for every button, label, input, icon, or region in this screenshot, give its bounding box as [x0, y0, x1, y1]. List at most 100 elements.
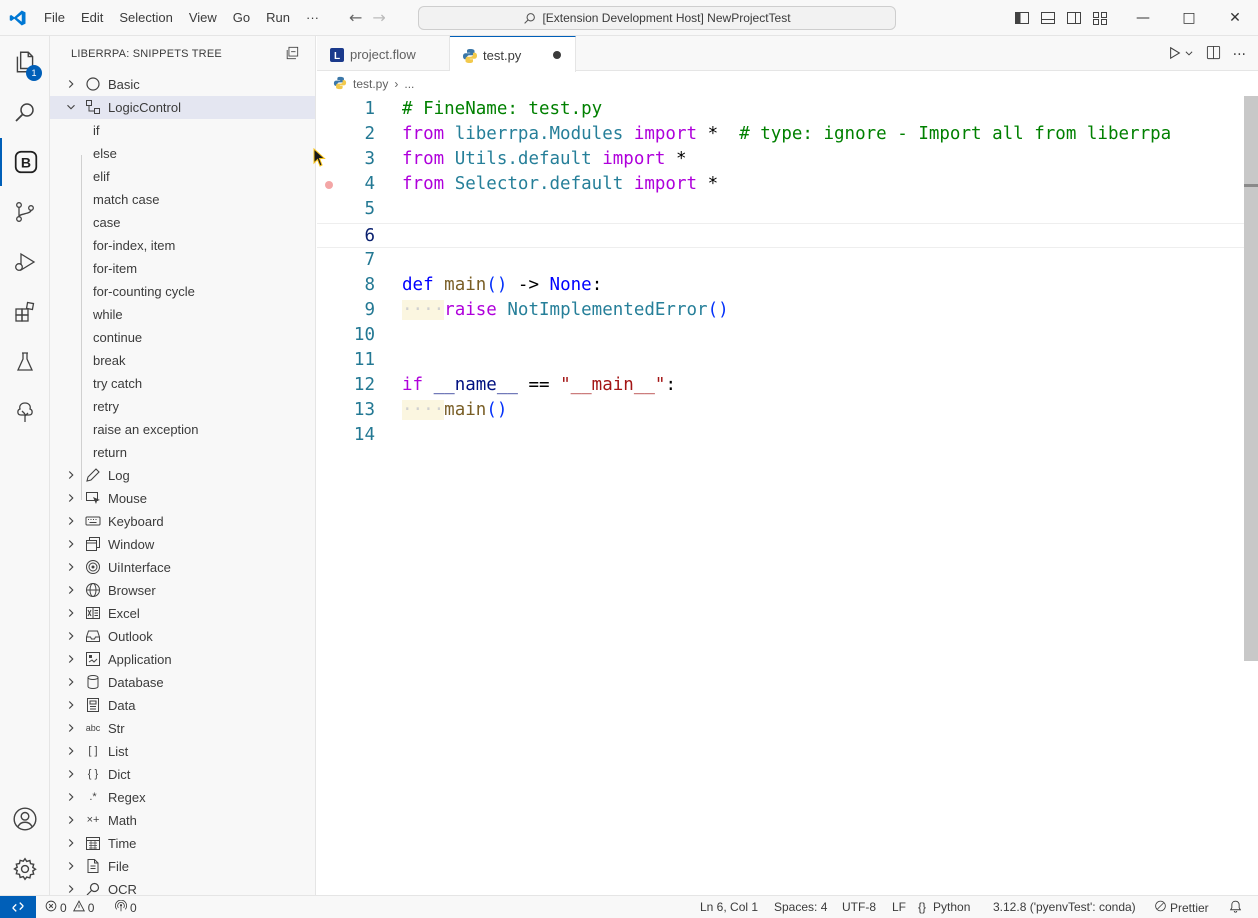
chevron-down-icon[interactable] — [64, 100, 78, 114]
chevron-right-icon[interactable] — [64, 560, 78, 574]
chevron-right-icon[interactable] — [64, 537, 78, 551]
run-debug-icon[interactable] — [0, 238, 50, 286]
chevron-right-icon[interactable] — [64, 77, 78, 91]
chevron-right-icon[interactable] — [64, 491, 78, 505]
vertical-scrollbar[interactable] — [1244, 96, 1258, 661]
code-line[interactable]: 8 def main() -> None: — [317, 273, 1258, 298]
code-line[interactable]: 2 from liberrpa.Modules import * # type: … — [317, 122, 1258, 147]
extensions-icon[interactable] — [0, 288, 50, 336]
chevron-right-icon[interactable] — [64, 859, 78, 873]
snippet-item[interactable]: retry — [50, 395, 315, 418]
maximize-icon[interactable]: □ — [1166, 0, 1212, 36]
snippet-group-database[interactable]: Database — [50, 671, 315, 694]
chevron-right-icon[interactable] — [64, 744, 78, 758]
snippet-item[interactable]: while — [50, 303, 315, 326]
chevron-right-icon[interactable] — [64, 721, 78, 735]
run-python-file-icon[interactable] — [1168, 46, 1182, 64]
snippet-item[interactable]: break — [50, 349, 315, 372]
indentation-status[interactable]: Spaces: 4 — [774, 900, 827, 914]
code-editor[interactable]: 1 # FineName: test.py 2 from liberrpa.Modul… — [317, 96, 1258, 895]
remote-indicator-icon[interactable] — [0, 896, 36, 918]
breadcrumb-symbols[interactable]: ... — [404, 77, 414, 91]
snippet-group-mouse[interactable]: Mouse — [50, 487, 315, 510]
chevron-right-icon[interactable] — [64, 813, 78, 827]
snippet-item[interactable]: for-counting cycle — [50, 280, 315, 303]
snippet-group-math[interactable]: ×+ Math — [50, 809, 315, 832]
toggle-panel-icon[interactable] — [1040, 10, 1056, 26]
snippet-group-regex[interactable]: .* Regex — [50, 786, 315, 809]
menu-run[interactable]: Run — [258, 0, 298, 36]
chevron-right-icon[interactable] — [64, 583, 78, 597]
snippet-group-browser[interactable]: Browser — [50, 579, 315, 602]
back-arrow-icon[interactable]: ← — [349, 8, 362, 27]
chevron-right-icon[interactable] — [64, 675, 78, 689]
chevron-right-icon[interactable] — [64, 468, 78, 482]
menu-view[interactable]: View — [181, 0, 225, 36]
menu-file[interactable]: File — [36, 0, 73, 36]
snippet-group-time[interactable]: Time — [50, 832, 315, 855]
snippet-item[interactable]: elif — [50, 165, 315, 188]
eol-status[interactable]: LF — [892, 900, 906, 914]
code-line[interactable]: 10 — [317, 323, 1258, 348]
menu-selection[interactable]: Selection — [111, 0, 180, 36]
snippet-group-log[interactable]: Log — [50, 464, 315, 487]
snippet-item[interactable]: raise an exception — [50, 418, 315, 441]
snippet-group-ocr[interactable]: OCR — [50, 878, 315, 895]
unsaved-dot-icon[interactable] — [553, 51, 561, 59]
snippet-group-file[interactable]: File — [50, 855, 315, 878]
menu-more[interactable]: ··· — [298, 0, 327, 36]
snippet-group-list[interactable]: [ ] List — [50, 740, 315, 763]
snippet-group-keyboard[interactable]: Keyboard — [50, 510, 315, 533]
testing-flask-icon[interactable] — [0, 338, 50, 386]
snippet-group-window[interactable]: Window — [50, 533, 315, 556]
snippet-item[interactable]: return — [50, 441, 315, 464]
collapse-all-icon[interactable] — [285, 46, 299, 60]
snippet-group-dict[interactable]: { } Dict — [50, 763, 315, 786]
chevron-right-icon[interactable] — [64, 882, 78, 895]
snippet-item[interactable]: case — [50, 211, 315, 234]
code-line[interactable]: 5 — [317, 197, 1258, 222]
source-control-icon[interactable] — [0, 188, 50, 236]
chevron-right-icon[interactable] — [64, 652, 78, 666]
snippet-group-str[interactable]: abc Str — [50, 717, 315, 740]
tree-view-icon[interactable] — [0, 388, 50, 436]
snippet-item[interactable]: continue — [50, 326, 315, 349]
code-line[interactable]: 6 — [317, 222, 1258, 248]
snippet-item[interactable]: if — [50, 119, 315, 142]
snippet-group-uiinterface[interactable]: UiInterface — [50, 556, 315, 579]
snippet-item[interactable]: for-index, item — [50, 234, 315, 257]
split-editor-icon[interactable] — [1206, 45, 1221, 64]
snippet-item[interactable]: for-item — [50, 257, 315, 280]
toggle-secondary-sidebar-icon[interactable] — [1066, 10, 1082, 26]
snippet-group-data[interactable]: Data — [50, 694, 315, 717]
tab-project-flow[interactable]: L project.flow — [317, 36, 450, 71]
snippet-item[interactable]: match case — [50, 188, 315, 211]
chevron-right-icon[interactable] — [64, 836, 78, 850]
encoding-status[interactable]: UTF-8 — [842, 900, 876, 914]
code-line[interactable]: 11 — [317, 348, 1258, 373]
more-actions-icon[interactable]: ··· — [1233, 47, 1246, 63]
customize-layout-icon[interactable] — [1092, 10, 1108, 26]
code-line[interactable]: 12 if __name__ == "__main__": — [317, 373, 1258, 398]
liberrpa-extension-icon[interactable]: B — [0, 138, 50, 186]
snippet-item[interactable]: else — [50, 142, 315, 165]
code-line[interactable]: 9 ····raise NotImplementedError() — [317, 298, 1258, 323]
settings-gear-icon[interactable] — [0, 845, 50, 893]
prettier-status[interactable]: Prettier — [1154, 900, 1209, 915]
code-line[interactable]: 13 ····main() — [317, 398, 1258, 423]
problems-status[interactable]: 0 0 — [45, 900, 94, 915]
forward-arrow-icon[interactable]: → — [372, 8, 385, 27]
command-center-search[interactable]: [Extension Development Host] NewProjectT… — [418, 6, 896, 30]
code-line[interactable]: 4 from Selector.default import * — [317, 172, 1258, 197]
cursor-position[interactable]: Ln 6, Col 1 — [700, 900, 758, 914]
chevron-right-icon[interactable] — [64, 767, 78, 781]
snippet-item[interactable]: try catch — [50, 372, 315, 395]
language-mode[interactable]: {} Python — [918, 900, 970, 914]
notifications-bell-icon[interactable] — [1229, 900, 1242, 913]
search-view-icon[interactable] — [0, 88, 50, 136]
snippet-group-excel[interactable]: Excel — [50, 602, 315, 625]
chevron-right-icon[interactable] — [64, 629, 78, 643]
snippet-group-basic[interactable]: Basic — [50, 73, 315, 96]
python-interpreter[interactable]: 3.12.8 ('pyenvTest': conda) — [993, 900, 1136, 914]
chevron-right-icon[interactable] — [64, 514, 78, 528]
